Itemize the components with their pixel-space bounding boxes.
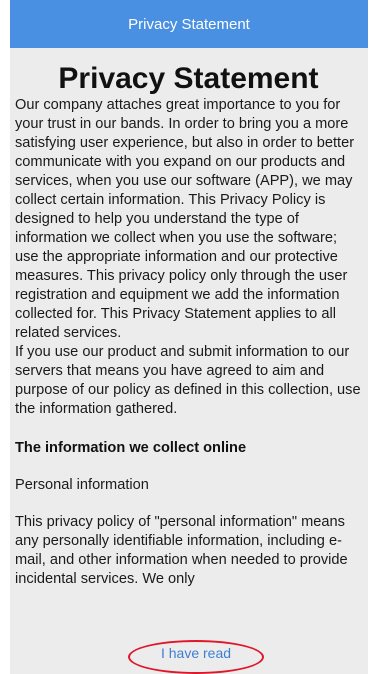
title-bar: Privacy Statement xyxy=(10,0,368,48)
i-have-read-label: I have read xyxy=(160,645,232,661)
footer-bar: I have read xyxy=(10,638,368,674)
intro-paragraph: Our company attaches great importance to… xyxy=(15,97,355,341)
privacy-screen: Privacy Statement Privacy Statement Our … xyxy=(0,0,378,674)
privacy-content-scroll[interactable]: Privacy Statement Our company attaches g… xyxy=(10,48,368,638)
i-have-read-button[interactable]: I have read xyxy=(128,640,264,674)
section-heading: The information we collect online xyxy=(15,440,247,456)
privacy-panel: Privacy Statement Our company attaches g… xyxy=(10,48,368,674)
consent-paragraph: If you use our product and submit inform… xyxy=(15,344,361,417)
document-title: Privacy Statement xyxy=(58,62,319,95)
personal-info-paragraph: This privacy policy of "personal informa… xyxy=(15,514,348,587)
title-bar-label: Privacy Statement xyxy=(128,15,250,33)
sub-heading: Personal information xyxy=(15,477,149,493)
